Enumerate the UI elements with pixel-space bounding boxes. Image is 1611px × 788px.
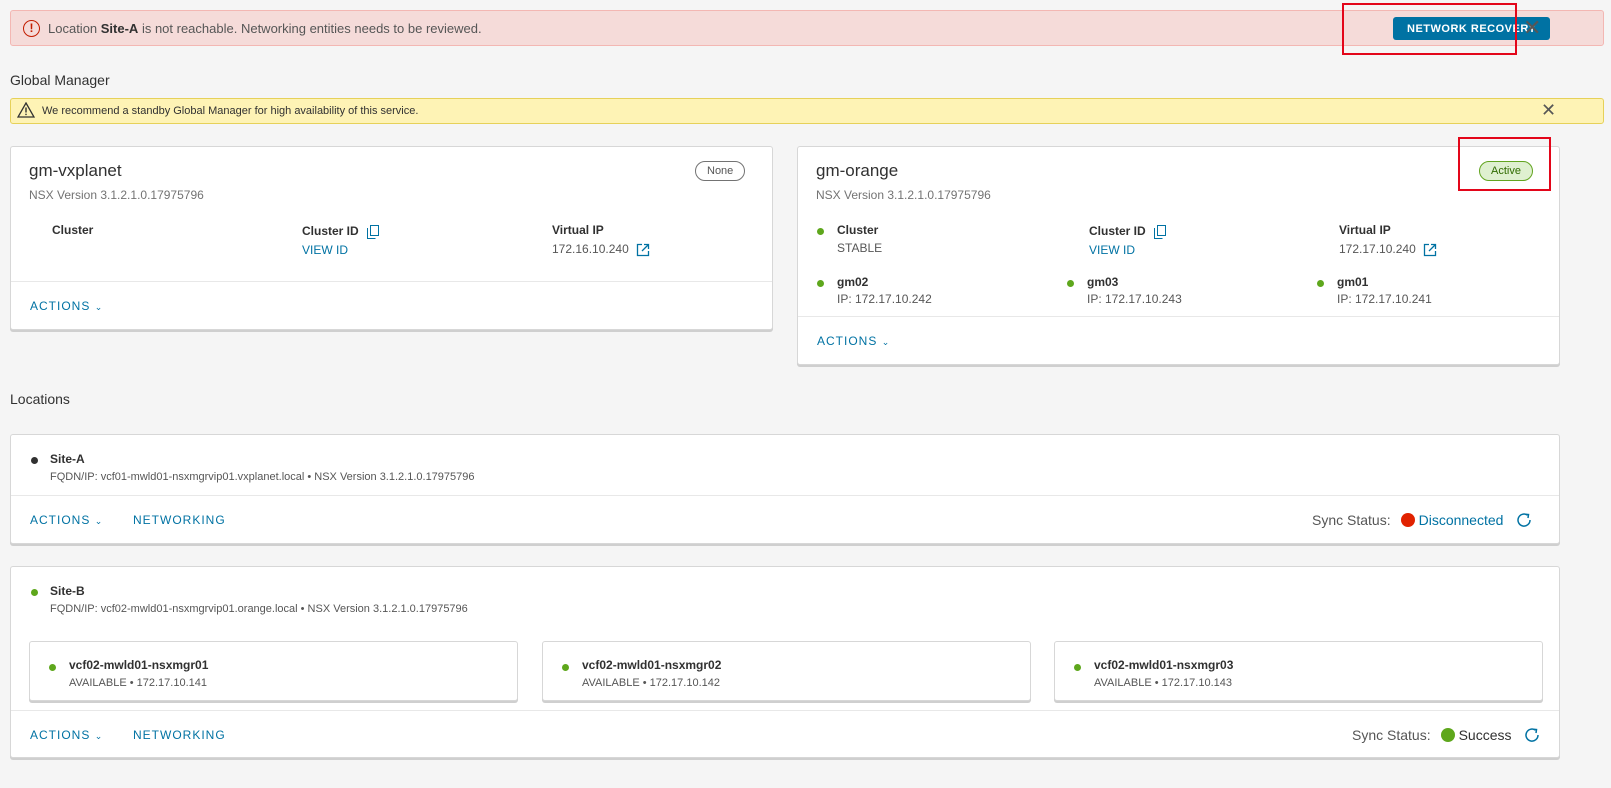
chevron-down-icon: ⌄ xyxy=(881,337,890,347)
node-ip: IP: 172.17.10.243 xyxy=(1087,292,1182,306)
error-circle-icon: ! xyxy=(23,20,40,37)
node-status-dot xyxy=(1067,280,1074,287)
node-name: gm02 xyxy=(837,275,869,289)
gm-version: NSX Version 3.1.2.1.0.17975796 xyxy=(816,188,991,202)
view-id-link[interactable]: VIEW ID xyxy=(302,243,348,257)
location-name: Site-A xyxy=(50,452,85,466)
copy-icon[interactable] xyxy=(367,224,380,239)
manager-status: AVAILABLE • 172.17.10.141 xyxy=(69,677,207,689)
actions-dropdown[interactable]: ACTIONS ⌄ xyxy=(817,334,889,348)
actions-dropdown[interactable]: ACTIONS ⌄ xyxy=(30,299,102,313)
node-name: gm01 xyxy=(1337,275,1369,289)
highlight-box xyxy=(1458,137,1551,191)
chevron-down-icon: ⌄ xyxy=(94,302,103,312)
manager-status-dot xyxy=(49,664,56,671)
close-icon[interactable]: ✕ xyxy=(1541,101,1556,119)
manager-card: vcf02-mwld01-nsxmgr02 AVAILABLE • 172.17… xyxy=(542,641,1031,701)
node-ip: IP: 172.17.10.241 xyxy=(1337,292,1432,306)
location-fqdn: FQDN/IP: vcf01-mwld01-nsxmgrvip01.vxplan… xyxy=(50,471,475,483)
chevron-down-icon: ⌄ xyxy=(94,731,103,741)
location-fqdn: FQDN/IP: vcf02-mwld01-nsxmgrvip01.orange… xyxy=(50,603,468,615)
virtual-ip-label: Virtual IP xyxy=(1339,223,1391,237)
external-link-icon[interactable] xyxy=(636,243,650,257)
gm-name: gm-orange xyxy=(816,161,899,180)
view-id-link[interactable]: VIEW ID xyxy=(1089,243,1135,257)
gm-version: NSX Version 3.1.2.1.0.17975796 xyxy=(29,188,204,202)
refresh-icon[interactable] xyxy=(1523,726,1541,744)
networking-link[interactable]: NETWORKING xyxy=(133,513,226,527)
alert-site-name: Site-A xyxy=(100,21,139,36)
close-icon[interactable]: ✕ xyxy=(1523,17,1541,39)
highlight-box xyxy=(1342,3,1517,55)
virtual-ip-value: 172.17.10.240 xyxy=(1339,242,1437,257)
virtual-ip-value: 172.16.10.240 xyxy=(552,242,650,257)
alert-message: Location Site-A is not reachable. Networ… xyxy=(48,21,482,36)
external-link-icon[interactable] xyxy=(1423,243,1437,257)
location-card-site-b: Site-B FQDN/IP: vcf02-mwld01-nsxmgrvip01… xyxy=(10,566,1560,758)
gm-card-vxplanet: gm-vxplanet NSX Version 3.1.2.1.0.179757… xyxy=(10,146,773,330)
node-status-dot xyxy=(1317,280,1324,287)
cluster-status-dot xyxy=(817,228,824,235)
chevron-down-icon: ⌄ xyxy=(94,516,103,526)
status-dot xyxy=(1440,728,1455,742)
warning-triangle-icon xyxy=(17,102,35,118)
actions-dropdown[interactable]: ACTIONS ⌄ xyxy=(30,513,102,527)
actions-dropdown[interactable]: ACTIONS ⌄ xyxy=(30,728,102,742)
location-name: Site-B xyxy=(50,584,85,598)
refresh-icon[interactable] xyxy=(1515,511,1533,529)
node-name: gm03 xyxy=(1087,275,1119,289)
cluster-label: Cluster xyxy=(52,223,94,237)
manager-name: vcf02-mwld01-nsxmgr02 xyxy=(582,658,722,672)
manager-name: vcf02-mwld01-nsxmgr03 xyxy=(1094,658,1234,672)
status-dot xyxy=(1400,513,1415,527)
manager-status-dot xyxy=(562,664,569,671)
status-badge: None xyxy=(695,161,746,181)
location-card-site-a: Site-A FQDN/IP: vcf01-mwld01-nsxmgrvip01… xyxy=(10,434,1560,544)
cluster-label: Cluster xyxy=(837,223,879,237)
cluster-status: STABLE xyxy=(837,241,883,255)
sync-status-value: Success xyxy=(1458,727,1512,743)
manager-status: AVAILABLE • 172.17.10.143 xyxy=(1094,677,1232,689)
virtual-ip-label: Virtual IP xyxy=(552,223,604,237)
networking-link[interactable]: NETWORKING xyxy=(133,728,226,742)
node-ip: IP: 172.17.10.242 xyxy=(837,292,932,306)
standby-warning-alert: We recommend a standby Global Manager fo… xyxy=(10,98,1604,124)
node-status-dot xyxy=(817,280,824,287)
manager-status-dot xyxy=(1074,664,1081,671)
copy-icon[interactable] xyxy=(1154,224,1167,239)
location-status-dot xyxy=(31,457,38,464)
global-manager-title: Global Manager xyxy=(10,72,110,88)
sync-status: Sync Status: Success xyxy=(1352,726,1541,744)
sync-status: Sync Status: Disconnected xyxy=(1312,511,1533,529)
warning-message: We recommend a standby Global Manager fo… xyxy=(42,105,419,117)
sync-status-value[interactable]: Disconnected xyxy=(1419,512,1504,528)
gm-name: gm-vxplanet xyxy=(29,161,122,180)
manager-name: vcf02-mwld01-nsxmgr01 xyxy=(69,658,209,672)
cluster-id-label: Cluster ID xyxy=(302,224,380,239)
manager-card: vcf02-mwld01-nsxmgr01 AVAILABLE • 172.17… xyxy=(29,641,518,701)
cluster-id-label: Cluster ID xyxy=(1089,224,1167,239)
gm-card-orange: gm-orange NSX Version 3.1.2.1.0.17975796… xyxy=(797,146,1560,365)
manager-card: vcf02-mwld01-nsxmgr03 AVAILABLE • 172.17… xyxy=(1054,641,1543,701)
locations-title: Locations xyxy=(10,391,70,407)
manager-status: AVAILABLE • 172.17.10.142 xyxy=(582,677,720,689)
location-status-dot xyxy=(31,589,38,596)
